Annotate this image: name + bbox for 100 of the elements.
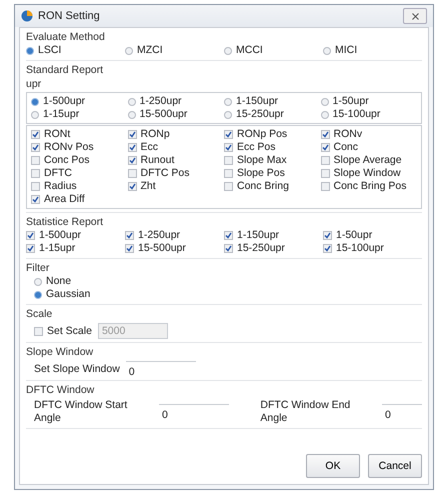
radio-icon[interactable] xyxy=(125,46,133,54)
checkbox[interactable] xyxy=(125,244,134,253)
radio-option[interactable]: None xyxy=(34,275,422,288)
checkbox-label: Slope Window xyxy=(334,167,401,180)
radio-icon[interactable] xyxy=(26,46,34,54)
checkbox-label: Area Diff xyxy=(44,193,85,206)
radio-icon[interactable] xyxy=(31,98,39,106)
checkbox[interactable] xyxy=(31,143,40,152)
checkbox-label: 1-50upr xyxy=(336,229,372,242)
radio-label: None xyxy=(46,275,72,288)
dialog-button[interactable]: OK xyxy=(306,454,360,478)
radio-icon[interactable] xyxy=(224,110,232,118)
group-label: upr xyxy=(26,77,42,91)
radio-icon[interactable] xyxy=(128,98,136,106)
checkbox-label: RONv Pos xyxy=(44,141,94,154)
radio-label: MICI xyxy=(335,44,358,57)
radio-option[interactable]: 1-250upr xyxy=(128,95,224,108)
radio-option[interactable]: MCCI xyxy=(224,44,323,57)
checkbox[interactable] xyxy=(128,182,136,191)
field-label: DFTC Window End Angle xyxy=(260,399,352,425)
checkbox[interactable] xyxy=(26,231,35,240)
radio-label: Gaussian xyxy=(46,288,90,301)
field-label: Set Slope Window xyxy=(34,362,120,376)
checkbox[interactable] xyxy=(31,195,40,204)
checkbox[interactable] xyxy=(320,130,330,139)
checkbox-label: 1-500upr xyxy=(39,229,82,242)
checkbox-label: RONv xyxy=(334,128,362,141)
radio-option[interactable]: 15-100upr xyxy=(320,108,417,121)
close-icon xyxy=(412,12,418,20)
dialog-button[interactable]: Cancel xyxy=(368,454,422,478)
checkbox[interactable] xyxy=(125,231,134,240)
checkbox-label: Conc Bring xyxy=(237,180,289,193)
checkbox-label: Ecc Pos xyxy=(237,141,276,154)
radio-icon[interactable] xyxy=(31,110,39,118)
checkbox-label: Slope Max xyxy=(237,154,287,167)
section-title: Evaluate Method xyxy=(26,30,106,44)
checkbox[interactable] xyxy=(224,231,233,240)
radio-icon[interactable] xyxy=(320,98,328,106)
radio-icon[interactable] xyxy=(224,46,232,54)
radio-option[interactable]: 15-250upr xyxy=(224,108,320,121)
checkbox-label: 1-250upr xyxy=(138,229,180,242)
radio-label: 15-250upr xyxy=(236,108,284,121)
radio-option[interactable]: MICI xyxy=(323,44,422,57)
slope-window-field[interactable]: 0 xyxy=(126,361,196,377)
radio-label: 1-50upr xyxy=(332,95,369,108)
radio-option[interactable]: LSCI xyxy=(26,44,125,57)
radio-icon[interactable] xyxy=(320,110,328,118)
checkbox[interactable] xyxy=(224,143,233,152)
radio-option[interactable]: MZCI xyxy=(125,44,224,57)
checkbox[interactable] xyxy=(34,326,43,336)
section-title: Scale xyxy=(26,307,54,321)
checkbox[interactable] xyxy=(26,244,35,253)
radio-option[interactable]: 1-500upr xyxy=(31,95,128,108)
checkbox[interactable] xyxy=(320,169,330,178)
checkbox[interactable] xyxy=(31,130,40,139)
checkbox-label: 1-15upr xyxy=(39,242,76,255)
checkbox-label: Set Scale xyxy=(47,324,92,338)
checkbox[interactable] xyxy=(323,244,332,253)
radio-option[interactable]: 1-50upr xyxy=(320,95,417,108)
checkbox[interactable] xyxy=(320,156,330,165)
checkbox-label: DFTC Pos xyxy=(140,167,190,180)
checkbox[interactable] xyxy=(224,156,233,165)
radio-label: 1-15upr xyxy=(43,108,80,121)
checkbox[interactable] xyxy=(320,182,330,191)
checkbox[interactable] xyxy=(128,169,136,178)
checkbox[interactable] xyxy=(323,231,332,240)
radio-icon[interactable] xyxy=(323,46,331,54)
checkbox[interactable] xyxy=(320,143,330,152)
radio-icon[interactable] xyxy=(34,290,42,298)
section-title: Statistice Report xyxy=(26,215,104,229)
start-angle-field[interactable]: 0 xyxy=(158,404,229,420)
app-icon xyxy=(21,10,33,22)
checkbox[interactable] xyxy=(31,169,40,178)
checkbox[interactable] xyxy=(128,130,136,139)
checkbox-label: Radius xyxy=(44,180,77,193)
radio-option[interactable]: Gaussian xyxy=(34,288,422,301)
checkbox[interactable] xyxy=(224,130,233,139)
checkbox[interactable] xyxy=(224,169,233,178)
close-button[interactable] xyxy=(403,8,427,24)
checkbox-label: 1-150upr xyxy=(237,229,280,242)
field-label: DFTC Window Start Angle xyxy=(34,399,128,425)
checkbox-label: 15-500upr xyxy=(138,242,186,255)
radio-label: 1-150upr xyxy=(236,95,278,108)
checkbox[interactable] xyxy=(31,182,40,191)
radio-icon[interactable] xyxy=(34,278,42,286)
checkbox-label: Conc Pos xyxy=(44,154,90,167)
checkbox-label: 15-250upr xyxy=(237,242,285,255)
radio-icon[interactable] xyxy=(224,98,232,106)
checkbox-label: Zht xyxy=(140,180,156,193)
checkbox[interactable] xyxy=(224,244,233,253)
radio-option[interactable]: 1-150upr xyxy=(224,95,320,108)
radio-option[interactable]: 15-500upr xyxy=(128,108,224,121)
radio-option[interactable]: 1-15upr xyxy=(31,108,128,121)
radio-icon[interactable] xyxy=(128,110,136,118)
checkbox[interactable] xyxy=(128,156,136,165)
checkbox[interactable] xyxy=(31,156,40,165)
checkbox[interactable] xyxy=(128,143,136,152)
section-title: Slope Window xyxy=(26,345,94,359)
end-angle-field[interactable]: 0 xyxy=(382,404,422,420)
checkbox[interactable] xyxy=(224,182,233,191)
